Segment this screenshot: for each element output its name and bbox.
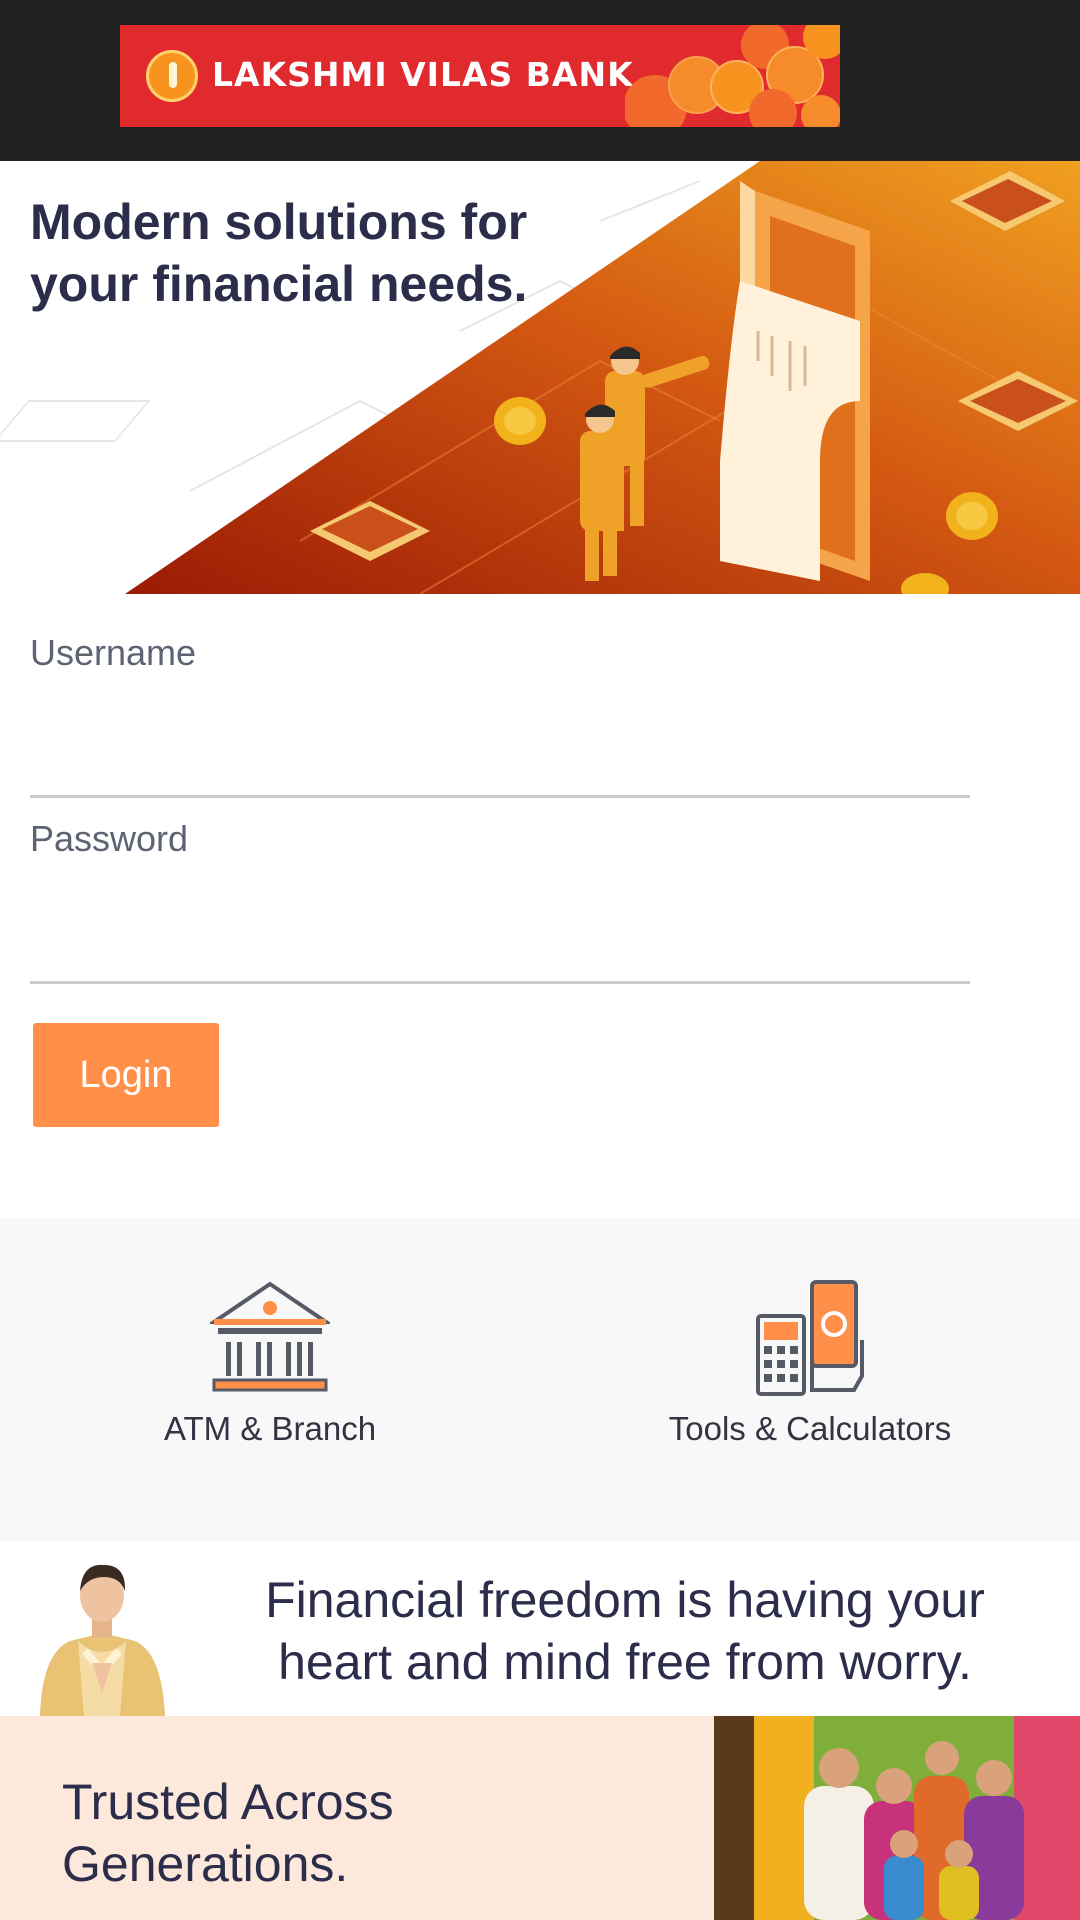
password-label: Password — [30, 818, 189, 859]
lakshmi-emblem-icon — [146, 50, 198, 102]
username-input[interactable] — [30, 734, 970, 798]
username-label: Username — [30, 632, 197, 673]
bank-building-icon — [210, 1281, 330, 1392]
freedom-banner: Financial freedom is having your heart a… — [0, 1541, 1080, 1716]
password-input[interactable] — [30, 920, 970, 984]
hero-banner: Modern solutions for your financial need… — [0, 161, 1080, 594]
bank-logo[interactable]: LAKSHMI VILAS BANK — [120, 25, 840, 127]
tools-calculators-label: Tools & Calculators — [668, 1410, 952, 1447]
atm-branch-link[interactable]: ATM & Branch — [120, 1218, 420, 1541]
family-photo — [714, 1716, 1080, 1920]
top-bar: LAKSHMI VILAS BANK — [0, 0, 1080, 161]
hero-title: Modern solutions for your financial need… — [30, 194, 528, 312]
trusted-banner: Trusted Across Generations. — [0, 1716, 1080, 1920]
trusted-heading: Trusted Across Generations. — [62, 1774, 394, 1892]
quick-links: ATM & Branch Tools & Calculators — [0, 1218, 1080, 1541]
tools-calculators-link[interactable]: Tools & Calculators — [660, 1218, 960, 1541]
logo-bubbles-decoration — [625, 25, 840, 127]
greeting-man-image — [40, 1564, 165, 1716]
calculator-icon — [756, 1280, 864, 1396]
login-button[interactable]: Login — [33, 1023, 219, 1127]
bank-name: LAKSHMI VILAS BANK — [212, 55, 634, 94]
freedom-quote: Financial freedom is having your heart a… — [265, 1572, 985, 1690]
atm-branch-label: ATM & Branch — [163, 1410, 377, 1447]
